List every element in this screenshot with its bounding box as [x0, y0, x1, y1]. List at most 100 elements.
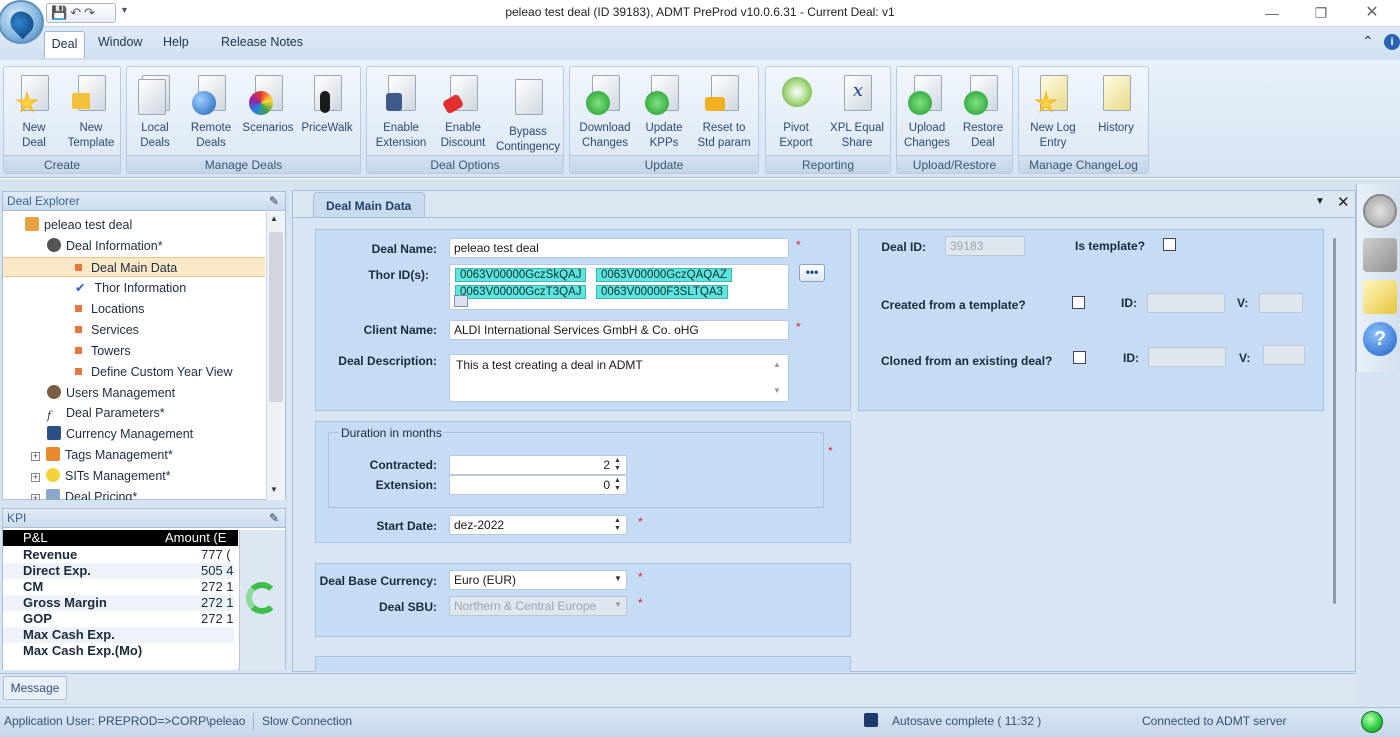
- quick-access-toolbar: 💾 ↶ ↷: [46, 3, 116, 23]
- extension-spinner[interactable]: ▲ ▼: [614, 477, 621, 493]
- tree-item-currency-management[interactable]: Currency Management: [47, 424, 193, 444]
- extension-input[interactable]: 0: [449, 475, 627, 495]
- deal-name-input[interactable]: peleao test deal: [449, 238, 789, 258]
- deal-explorer-header: Deal Explorer ✎: [3, 192, 285, 211]
- group-label-upload-restore: Upload/Restore: [897, 155, 1012, 173]
- expand-icon[interactable]: +: [31, 494, 40, 500]
- thor-id-chip[interactable]: 0063V00000F3SLTQA3: [596, 285, 728, 299]
- chevron-down-icon[interactable]: ▼: [614, 574, 622, 583]
- validate-check-icon[interactable]: [1363, 194, 1397, 228]
- tree-item-locations[interactable]: Locations: [75, 299, 145, 319]
- scroll-down-icon[interactable]: ▼: [270, 485, 278, 494]
- menu-release-notes[interactable]: Release Notes: [221, 35, 303, 49]
- save-icon[interactable]: 💾: [51, 5, 67, 21]
- thor-ids-field[interactable]: 0063V00000GczSkQAJ 0063V00000GczQAQAZ 00…: [449, 264, 789, 310]
- tree-item-services[interactable]: Services: [75, 320, 139, 340]
- tab-deal-main-data[interactable]: Deal Main Data: [313, 192, 425, 218]
- pin-icon[interactable]: ✎: [269, 511, 279, 525]
- template-id-input: [1147, 293, 1225, 313]
- tree-item-deal-pricing[interactable]: + Deal Pricing*: [31, 487, 137, 500]
- tree-item-sits-management[interactable]: + SITs Management*: [31, 466, 171, 486]
- new-log-entry-button[interactable]: New Log Entry: [1021, 73, 1085, 151]
- back-arrow-icon[interactable]: [1363, 238, 1397, 272]
- thor-id-chip[interactable]: 0063V00000GczSkQAJ: [455, 268, 587, 282]
- bypass-contingency-button[interactable]: Bypass Contingency: [493, 77, 563, 155]
- explorer-scrollbar[interactable]: ▲ ▼: [266, 212, 285, 500]
- new-template-button[interactable]: New Template: [62, 73, 120, 151]
- pricewalk-button[interactable]: PriceWalk: [297, 73, 357, 136]
- minimize-icon[interactable]: —: [1252, 2, 1292, 24]
- redo-icon[interactable]: ↷: [84, 5, 95, 21]
- expand-icon[interactable]: +: [31, 473, 40, 482]
- pin-icon[interactable]: ✎: [269, 194, 279, 208]
- application-menu-button[interactable]: [0, 0, 44, 44]
- restore-deal-button[interactable]: Restore Deal: [955, 73, 1011, 151]
- reset-std-param-button[interactable]: Reset to Std param: [690, 73, 758, 151]
- deal-description-input[interactable]: This a test creating a deal in ADMT: [449, 354, 789, 402]
- cloned-from-deal-checkbox[interactable]: [1073, 351, 1086, 364]
- enable-extension-button[interactable]: Enable Extension: [369, 73, 433, 151]
- menu-help[interactable]: Help: [163, 35, 189, 49]
- scroll-up-icon[interactable]: ▲: [773, 360, 781, 369]
- client-name-input[interactable]: ALDI International Services GmbH & Co. o…: [449, 320, 789, 340]
- contracted-spinner[interactable]: ▲ ▼: [614, 457, 621, 473]
- export-document-icon[interactable]: [1363, 280, 1397, 314]
- maximize-icon[interactable]: ❐: [1301, 2, 1341, 24]
- help-icon[interactable]: ?: [1363, 322, 1397, 356]
- message-tab[interactable]: Message: [3, 676, 67, 700]
- start-date-spinner[interactable]: ▲ ▼: [614, 517, 621, 533]
- tree-item-custom-year-view[interactable]: Define Custom Year View: [75, 362, 233, 382]
- deal-base-currency-select[interactable]: Euro (EUR): [449, 570, 627, 590]
- close-icon[interactable]: ✕: [1352, 2, 1392, 24]
- tree-item-deal-parameters[interactable]: f Deal Parameters*: [47, 403, 165, 423]
- pivot-export-button[interactable]: Pivot Export: [768, 73, 824, 151]
- connection-status-icon: [1361, 711, 1383, 733]
- tab-dropdown-icon[interactable]: ▼: [1315, 196, 1325, 207]
- scenarios-button[interactable]: Scenarios: [239, 73, 297, 136]
- history-button[interactable]: History: [1085, 73, 1147, 136]
- tree-item-deal-information[interactable]: Deal Information*: [47, 236, 163, 256]
- scroll-down-icon[interactable]: ▼: [773, 386, 781, 395]
- expand-icon[interactable]: +: [31, 452, 40, 461]
- thor-id-chip[interactable]: 0063V00000GczT3QAJ: [455, 285, 587, 299]
- tree-item-thor-information[interactable]: ✔ Thor Information: [75, 278, 186, 298]
- is-template-checkbox[interactable]: [1163, 238, 1176, 251]
- menu-deal[interactable]: Deal: [44, 31, 85, 58]
- collapse-ribbon-icon[interactable]: ⌃: [1362, 33, 1374, 50]
- thor-ids-browse-button[interactable]: •••: [799, 264, 825, 282]
- pivot-icon: [782, 77, 812, 107]
- scroll-thumb[interactable]: [269, 232, 283, 402]
- upload-changes-button[interactable]: Upload Changes: [899, 73, 955, 151]
- close-tab-icon[interactable]: ✕: [1337, 193, 1350, 211]
- reset-arrow-icon: [705, 97, 725, 111]
- tree-item-towers[interactable]: Towers: [75, 341, 131, 361]
- local-deals-button[interactable]: Local Deals: [129, 73, 181, 151]
- contracted-input[interactable]: 2: [449, 455, 627, 475]
- info-icon[interactable]: i: [1384, 34, 1400, 50]
- deal-sbu-select[interactable]: Northern & Central Europe: [449, 596, 627, 616]
- chevron-down-icon[interactable]: ▼: [614, 600, 622, 609]
- download-changes-button[interactable]: Download Changes: [572, 73, 638, 151]
- menu-window[interactable]: Window: [98, 35, 142, 49]
- tree-item-tags-management[interactable]: + Tags Management*: [31, 445, 173, 465]
- template-version-input: [1259, 293, 1303, 313]
- update-kpps-button[interactable]: Update KPPs: [638, 73, 690, 151]
- tree-item-deal-main-data[interactable]: Deal Main Data: [3, 257, 265, 277]
- undo-icon[interactable]: ↶: [70, 5, 81, 21]
- customize-toolbar-icon[interactable]: ▼: [120, 5, 129, 15]
- start-date-input[interactable]: dez-2022: [449, 515, 627, 535]
- kpi-row-max-cash-exp: Max Cash Exp.: [3, 627, 234, 643]
- tree-item-users-management[interactable]: Users Management: [47, 383, 175, 403]
- kpi-panel: KPI ✎ P&L Amount (E Revenue 777 ( Direct E…: [2, 508, 286, 670]
- tree-item-deal[interactable]: peleao test deal: [25, 215, 132, 235]
- paste-icon[interactable]: [454, 295, 468, 307]
- xpl-equal-share-button[interactable]: x XPL Equal Share: [824, 73, 890, 151]
- enable-discount-button[interactable]: Enable Discount: [433, 73, 493, 151]
- content-scrollbar[interactable]: [1333, 238, 1336, 604]
- refresh-icon[interactable]: [246, 582, 278, 614]
- created-from-template-checkbox[interactable]: [1072, 296, 1085, 309]
- new-deal-button[interactable]: New Deal: [6, 73, 62, 151]
- scroll-up-icon[interactable]: ▲: [270, 214, 278, 223]
- remote-deals-button[interactable]: Remote Deals: [183, 73, 239, 151]
- thor-id-chip[interactable]: 0063V00000GczQAQAZ: [596, 268, 732, 282]
